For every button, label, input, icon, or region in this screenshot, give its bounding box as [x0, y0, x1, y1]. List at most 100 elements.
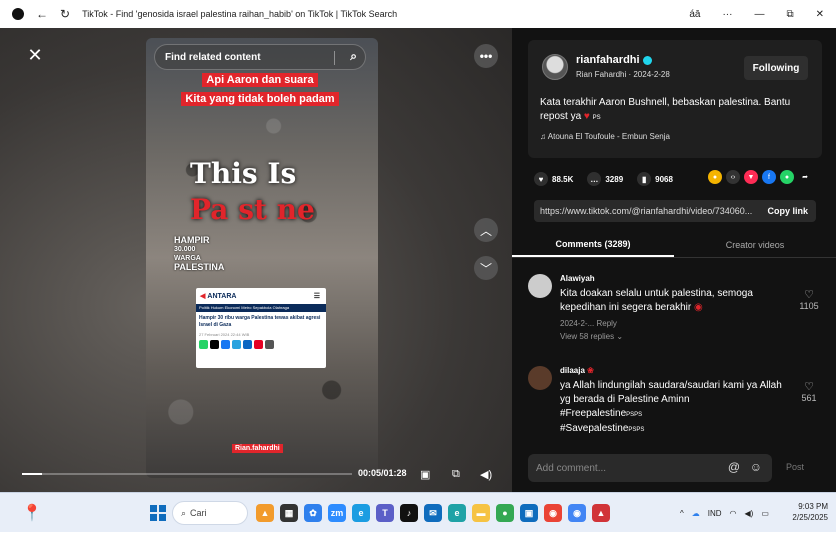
copy-link-button[interactable]: Copy link	[759, 206, 816, 216]
cloud-icon[interactable]: ☁	[692, 509, 700, 518]
system-tray: ^ ☁ IND ◠ ◀) ▭	[680, 493, 769, 533]
close-icon[interactable]: ✕	[24, 44, 46, 66]
hampir-line-3: PALESTINA	[174, 262, 225, 272]
heart-outline-icon[interactable]: ♡	[794, 288, 824, 301]
share-arrow-icon[interactable]: ➦	[798, 170, 812, 184]
mail-app-icon[interactable]: ✉	[424, 504, 442, 522]
hampir-line-1: HAMPIR	[174, 235, 210, 245]
volume-icon[interactable]: ◀)	[480, 468, 492, 481]
author-name-text[interactable]: rianfahardhi	[576, 54, 640, 66]
search-icon[interactable]: ⌕	[350, 49, 357, 64]
file-explorer-icon[interactable]: ▬	[472, 504, 490, 522]
language-indicator[interactable]: IND	[708, 509, 722, 518]
music-title[interactable]: Atouna El Toufoule - Embun Senja	[548, 132, 670, 141]
post-button[interactable]: Post	[786, 462, 804, 472]
related-search-input[interactable]: Find related content ⌕	[154, 44, 366, 70]
commenter-name[interactable]: dilaaja ❀	[560, 366, 786, 375]
commenter-avatar[interactable]	[528, 366, 552, 390]
embed-icon[interactable]: ‹›	[726, 170, 740, 184]
start-tile	[159, 514, 166, 521]
tab-comments[interactable]: Comments (3289)	[512, 232, 674, 257]
tag-text[interactable]: #Savepalestine	[560, 423, 628, 434]
taskbar-search[interactable]: ⌕ Cari	[172, 501, 248, 525]
more-options-button[interactable]: ···	[722, 9, 732, 20]
music-info[interactable]: ♫ Atouna El Toufoule - Embun Senja	[540, 132, 670, 141]
tag-text[interactable]: #Freepalestine	[560, 408, 626, 419]
weather-icon[interactable]: 📍	[20, 501, 44, 525]
comment-stat[interactable]: … 3289	[587, 172, 623, 186]
like-stat[interactable]: ♥ 88.5K	[534, 172, 573, 186]
view-replies-text[interactable]: View 58 replies	[560, 332, 614, 341]
share-url[interactable]: https://www.tiktok.com/@rianfahardhi/vid…	[534, 206, 759, 216]
game-app-icon[interactable]: ▲	[256, 504, 274, 522]
minimize-button[interactable]: —	[754, 9, 764, 20]
comment-tag-2[interactable]: #SavepalestinePSPS	[560, 422, 786, 437]
photos-app-icon[interactable]: ✿	[304, 504, 322, 522]
facebook-share-icon[interactable]: f	[762, 170, 776, 184]
edge-app-icon[interactable]: e	[352, 504, 370, 522]
comment-meta[interactable]: 2024-2-... Reply	[560, 319, 786, 328]
comment-body: Alawiyah Kita doakan selalu untuk palest…	[560, 274, 786, 341]
mention-icon[interactable]: @	[728, 460, 740, 474]
video-progress-bar[interactable]	[22, 473, 352, 475]
pip-icon[interactable]: ⧉	[452, 468, 460, 481]
comment-like[interactable]: ♡ 561	[794, 380, 824, 403]
wifi-icon[interactable]: ◠	[730, 509, 737, 518]
start-tile	[150, 505, 157, 512]
following-button[interactable]: Following	[744, 56, 808, 80]
photo-viewer-icon[interactable]: ▲	[592, 504, 610, 522]
chrome-badge-icon[interactable]: ●	[496, 504, 514, 522]
author-avatar[interactable]	[542, 54, 568, 80]
send-icon[interactable]: ▼	[744, 170, 758, 184]
tiktok-app-icon[interactable]: ♪	[400, 504, 418, 522]
comment-text: Kita doakan selalu untuk palestina, semo…	[560, 287, 786, 315]
comment-input[interactable]: Add comment... @ ☺	[528, 454, 772, 482]
task-view-icon[interactable]: ▦	[280, 504, 298, 522]
close-window-button[interactable]: ✕	[816, 9, 824, 20]
battery-icon[interactable]: ▭	[761, 509, 769, 518]
chevron-down-icon[interactable]: ﹀	[474, 256, 498, 280]
speaker-icon[interactable]: ◀)	[745, 509, 754, 518]
language-icon[interactable]: áā	[689, 9, 700, 20]
coin-icon[interactable]: ●	[708, 170, 722, 184]
chrome-app-icon[interactable]: ◉	[544, 504, 562, 522]
comment-like[interactable]: ♡ 1105	[794, 288, 824, 311]
start-tile	[159, 505, 166, 512]
author-name[interactable]: rianfahardhi	[576, 54, 652, 66]
commenter-name-text[interactable]: dilaaja	[560, 366, 585, 375]
heart-outline-icon[interactable]: ♡	[794, 380, 824, 393]
caption-line-2: Kita yang tidak boleh padam	[181, 92, 339, 106]
news-screenshot: ◀ ANTARA ☰ Politik Hukum Ekonomi Metro S…	[196, 288, 326, 368]
emoji-picker-icon[interactable]: ☺	[750, 460, 762, 474]
commenter-avatar[interactable]	[528, 274, 552, 298]
chevron-up-tray-icon[interactable]: ^	[680, 509, 684, 518]
back-arrow-icon[interactable]: ←	[36, 7, 48, 21]
music-note-icon: ♫	[540, 132, 546, 141]
chevron-up-icon[interactable]: ︿	[474, 218, 498, 242]
teams-app-icon[interactable]: T	[376, 504, 394, 522]
view-replies[interactable]: View 58 replies ⌄	[560, 332, 786, 341]
video-time: 00:05/01:28	[358, 468, 407, 478]
meet-app-icon[interactable]: zm	[328, 504, 346, 522]
restore-button[interactable]: ⧉	[786, 9, 793, 20]
tab-creator-videos[interactable]: Creator videos	[674, 232, 836, 257]
save-stat[interactable]: ▮ 9068	[637, 172, 673, 186]
bookmark-icon[interactable]: ▮	[637, 172, 652, 186]
whatsapp-share-icon[interactable]: ●	[780, 170, 794, 184]
commenter-name[interactable]: Alawiyah	[560, 274, 786, 283]
heart-icon[interactable]: ♥	[534, 172, 548, 186]
taskbar-apps: ▲ ▦ ✿ zm e T ♪ ✉ e ▬ ● ▣ ◉ ◉ ▲	[256, 501, 610, 522]
comment-tag-1[interactable]: #FreepalestinePSPS	[560, 407, 786, 422]
like-count: 88.5K	[552, 174, 574, 184]
store-app-icon[interactable]: ▣	[520, 504, 538, 522]
captions-icon[interactable]: ▣	[420, 468, 430, 481]
more-options-icon[interactable]: •••	[474, 44, 498, 68]
edge-browser-icon[interactable]: e	[448, 504, 466, 522]
rose-emoji-icon: ❀	[587, 366, 594, 375]
system-clock[interactable]: 9:03 PM 2/25/2025	[792, 501, 828, 523]
reload-icon[interactable]: ↻	[60, 7, 70, 21]
chrome-profile-icon[interactable]: ◉	[568, 504, 586, 522]
comment-icon[interactable]: …	[587, 172, 602, 186]
start-button[interactable]	[150, 505, 166, 521]
comment-text-value: ya Allah lindungilah saudara/saudari kam…	[560, 380, 782, 405]
